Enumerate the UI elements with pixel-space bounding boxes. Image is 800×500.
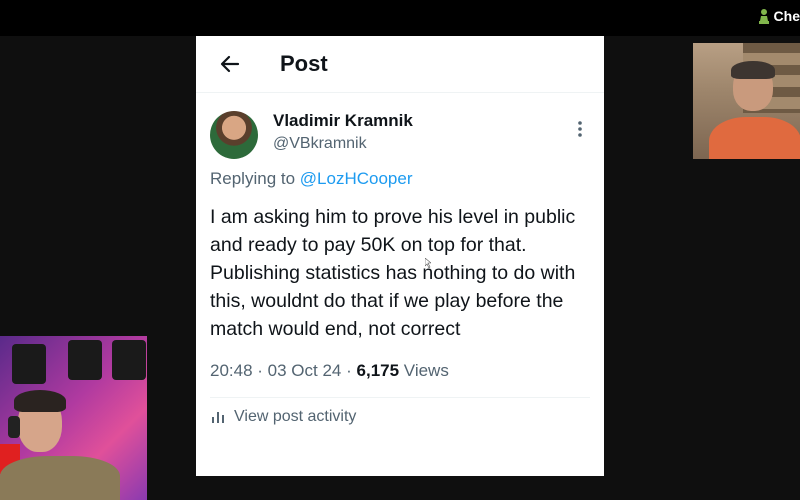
- post-paragraph: Publishing statistics has nothing to do …: [210, 262, 576, 340]
- webcam-feed-left: [0, 336, 147, 500]
- wall-decor: [112, 340, 146, 380]
- replying-to: Replying to @LozHCooper: [210, 169, 604, 189]
- post-header: Post: [196, 36, 604, 93]
- post-paragraph: I am asking him to prove his level in pu…: [210, 206, 576, 256]
- post-text: I am asking him to prove his level in pu…: [210, 203, 590, 343]
- more-options-icon[interactable]: [576, 119, 584, 139]
- activity-chart-icon: [212, 412, 224, 423]
- post-card: Post Vladimir Kramnik @VBkramnik Replyin…: [196, 36, 604, 476]
- views-label: Views: [403, 361, 449, 380]
- person-hair: [731, 61, 775, 79]
- author-name[interactable]: Vladimir Kramnik: [273, 111, 413, 131]
- person-hair: [14, 390, 66, 412]
- meta-separator: ·: [346, 361, 357, 380]
- author-handle[interactable]: @VBkramnik: [273, 135, 367, 153]
- brand-logo: Che: [757, 6, 800, 26]
- author-block: Vladimir Kramnik @VBkramnik: [196, 93, 604, 163]
- reply-prefix: Replying to: [210, 169, 300, 188]
- post-date[interactable]: 03 Oct 24: [268, 361, 342, 380]
- person-shirt: [709, 117, 800, 159]
- post-meta: 20:48 · 03 Oct 24 · 6,175 Views: [210, 361, 604, 381]
- webcam-feed-right: [693, 43, 800, 159]
- headset-icon: [8, 416, 20, 438]
- mouse-cursor-icon: [425, 258, 431, 268]
- back-arrow-icon[interactable]: [218, 52, 242, 76]
- post-activity-link[interactable]: View post activity: [210, 408, 604, 426]
- brand-text: Che: [773, 8, 800, 24]
- post-time[interactable]: 20:48: [210, 361, 253, 380]
- wall-decor: [68, 340, 102, 380]
- views-count: 6,175: [356, 361, 400, 380]
- chess-pawn-icon: [758, 9, 769, 24]
- meta-separator: ·: [257, 361, 268, 380]
- page-title: Post: [280, 51, 328, 76]
- activity-label: View post activity: [234, 408, 357, 425]
- reply-mention-link[interactable]: @LozHCooper: [300, 169, 413, 188]
- divider: [210, 397, 590, 398]
- top-bar: Che: [0, 0, 800, 36]
- author-avatar[interactable]: [210, 111, 258, 159]
- wall-decor: [12, 344, 46, 384]
- person-body: [0, 456, 120, 500]
